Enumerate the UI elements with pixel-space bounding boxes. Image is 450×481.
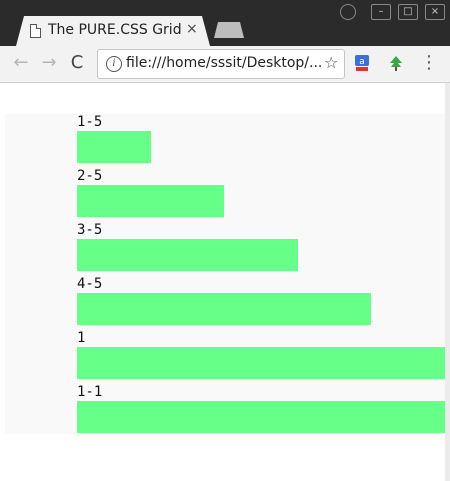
tab-close-button[interactable]: × (186, 21, 198, 37)
reload-button[interactable]: C (66, 52, 88, 74)
maximize-window-button[interactable]: □ (398, 4, 418, 20)
grid-unit-bar (77, 239, 298, 271)
kebab-menu-icon[interactable]: ⋮ (420, 52, 438, 74)
minimize-window-button[interactable]: – (371, 4, 391, 20)
browser-titlebar: The PURE.CSS Grid × – □ × (0, 0, 450, 46)
close-window-button[interactable]: × (425, 4, 445, 20)
translate-extension-icon[interactable]: a (354, 54, 370, 72)
new-tab-button[interactable] (214, 22, 244, 38)
back-button[interactable]: ← (10, 52, 32, 74)
browser-tab[interactable]: The PURE.CSS Grid × (16, 16, 210, 46)
grid-row: 1-1 (77, 384, 445, 438)
grid-unit-bar (77, 401, 445, 433)
grid-unit-bar (77, 131, 151, 163)
grid-row-label: 1-5 (77, 114, 103, 130)
account-icon[interactable] (340, 4, 356, 20)
grid-row-label: 4-5 (77, 276, 103, 292)
browser-toolbar: ← → C i file:///home/sssit/Desktop/... ☆… (0, 46, 450, 83)
bookmark-star-icon[interactable]: ☆ (324, 53, 338, 72)
tree-extension-icon[interactable] (387, 54, 405, 72)
grid-row: 1-5 (77, 114, 445, 168)
grid-row: 2-5 (77, 168, 445, 222)
pure-grid: 1-5 2-5 3-5 4-5 1 1-1 (5, 114, 445, 434)
grid-row: 1 (77, 330, 445, 384)
vertical-scrollbar[interactable] (445, 83, 450, 481)
grid-unit-bar (77, 185, 224, 217)
grid-unit-bar (77, 293, 371, 325)
grid-row-label: 2-5 (77, 168, 103, 184)
grid-row-label: 1 (77, 330, 86, 346)
grid-unit-bar (77, 347, 445, 379)
address-bar[interactable]: i file:///home/sssit/Desktop/... ☆ (97, 49, 345, 79)
svg-text:a: a (359, 57, 365, 67)
url-text: file:///home/sssit/Desktop/... (126, 55, 323, 71)
tab-title: The PURE.CSS Grid (48, 22, 182, 38)
grid-row: 3-5 (77, 222, 445, 276)
document-icon (30, 24, 41, 38)
grid-row-label: 1-1 (77, 384, 103, 400)
info-icon[interactable]: i (106, 56, 122, 72)
grid-row: 4-5 (77, 276, 445, 330)
grid-row-label: 3-5 (77, 222, 103, 238)
page-content: 1-5 2-5 3-5 4-5 1 1-1 (5, 83, 445, 463)
forward-button[interactable]: → (38, 52, 60, 74)
